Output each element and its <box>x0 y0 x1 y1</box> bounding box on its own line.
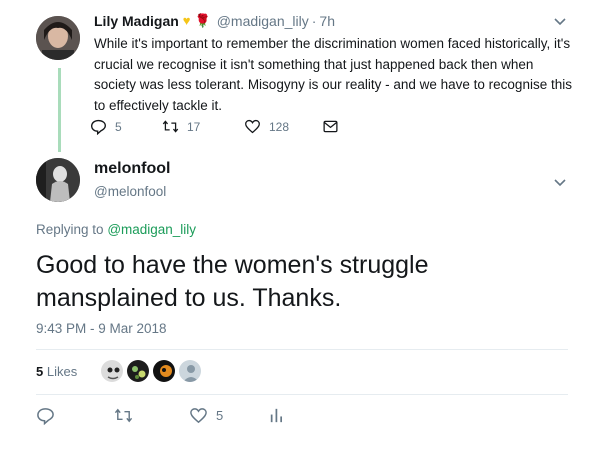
reply-button[interactable] <box>36 406 63 425</box>
retweet-button[interactable] <box>114 406 141 425</box>
tweet-timestamp[interactable]: 9:43 PM - 9 Mar 2018 <box>36 321 167 336</box>
like-count: 5 <box>216 408 224 423</box>
handle[interactable]: @madigan_lily <box>217 13 309 29</box>
replying-to-label: Replying to <box>36 222 104 237</box>
like-button[interactable]: 128 <box>244 118 289 135</box>
likes-row: 5 Likes <box>36 350 568 394</box>
retweet-icon <box>162 120 179 133</box>
direct-message-button[interactable] <box>322 118 347 135</box>
yellow-heart-icon: ♥ <box>182 13 191 28</box>
display-name[interactable]: melonfool <box>94 160 170 178</box>
liker-avatar[interactable] <box>100 359 124 383</box>
reply-icon <box>91 119 106 135</box>
parent-tweet[interactable]: Lily Madigan ♥ 🌹 @madigan_lily · 7h Whil… <box>0 0 600 150</box>
tweet-text: While it's important to remember the dis… <box>94 36 572 113</box>
analytics-button[interactable] <box>267 406 294 425</box>
like-count: 128 <box>269 119 290 134</box>
retweet-count: 17 <box>187 119 201 134</box>
retweet-icon <box>114 408 133 423</box>
replying-to: Replying to @madigan_lily <box>36 222 196 237</box>
mail-icon <box>323 120 338 133</box>
display-name[interactable]: Lily Madigan <box>94 13 179 29</box>
rose-icon: 🌹 <box>194 13 211 28</box>
replying-to-handle-link[interactable]: @madigan_lily <box>107 222 196 237</box>
chevron-down-icon[interactable] <box>553 175 567 189</box>
heart-icon <box>190 408 207 424</box>
heart-icon <box>245 119 260 134</box>
tweet-actions: 5 <box>36 406 336 432</box>
reply-button[interactable]: 5 <box>90 118 122 135</box>
like-button[interactable]: 5 <box>189 406 223 425</box>
retweet-button[interactable]: 17 <box>162 118 200 135</box>
reply-count: 5 <box>115 119 122 134</box>
likes-summary[interactable]: 5 Likes <box>36 364 77 379</box>
separator-dot: · <box>311 13 317 29</box>
tweet-text: Good to have the women's struggle manspl… <box>36 251 429 312</box>
likes-label: Likes <box>46 364 78 379</box>
liker-avatar[interactable] <box>126 359 150 383</box>
tweet-actions: 5 17 128 <box>90 118 350 140</box>
analytics-icon <box>270 408 283 423</box>
liker-avatar[interactable] <box>152 359 176 383</box>
divider <box>36 394 568 395</box>
reply-icon <box>37 408 54 425</box>
tweet-header: Lily Madigan ♥ 🌹 @madigan_lily · 7h <box>94 13 335 29</box>
avatar[interactable] <box>36 16 80 60</box>
chevron-down-icon[interactable] <box>553 14 567 28</box>
avatar[interactable] <box>36 158 80 202</box>
liker-avatar[interactable] <box>178 359 202 383</box>
likes-count: 5 <box>36 364 44 379</box>
handle[interactable]: @melonfool <box>94 184 166 199</box>
tweet-time[interactable]: 7h <box>319 13 335 29</box>
